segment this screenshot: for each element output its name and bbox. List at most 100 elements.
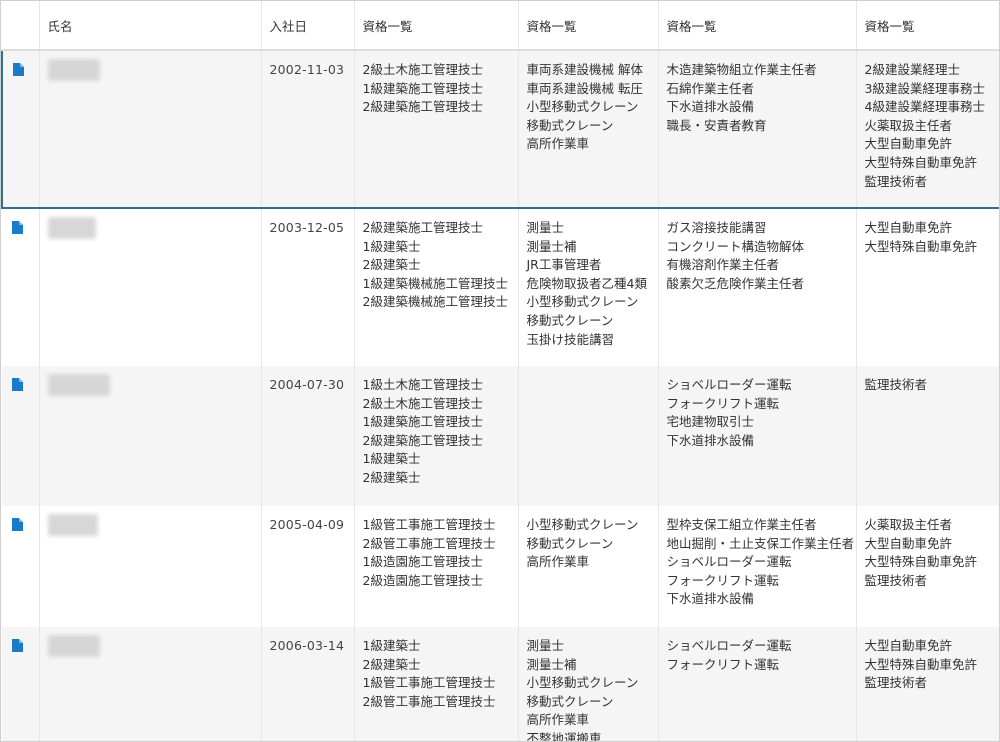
header-qualifications-2[interactable]: 資格一覧 — [518, 1, 659, 51]
qualification-item: 2級建築施工管理技士 — [362, 432, 483, 448]
qualification-item: 小型移動式クレーン — [526, 294, 639, 310]
row-icon-cell[interactable] — [2, 627, 40, 741]
qualification-item: 1級管工事施工管理技士 — [362, 675, 496, 691]
qualification-item: 監理技術者 — [864, 173, 928, 189]
row-icon-cell[interactable] — [1, 49, 40, 209]
qualification-item: 石綿作業主任者 — [666, 80, 755, 96]
qualification-table-view: 氏名 入社日 資格一覧 資格一覧 資格一覧 資格一覧 2002-11-03 2級… — [0, 0, 1000, 742]
name-cell — [39, 49, 262, 209]
qualifications-cell-1: 1級土木施工管理技士 2級土木施工管理技士 1級建築施工管理技士 2級建築施工管理技士… — [354, 366, 519, 506]
qualification-item: 玉掛け技能講習 — [526, 331, 615, 347]
qualification-item: ショベルローダー運転 — [666, 377, 792, 392]
qualification-item: 高所作業車 — [526, 136, 590, 152]
qualification-item: 1級建築士 — [362, 451, 421, 467]
table-body: 2002-11-03 2級土木施工管理技士 1級建築施工管理技士 2級建築施工管理技… — [1, 49, 999, 741]
hire-date-cell: 2005-04-09 — [261, 506, 355, 627]
qualification-item: 1級建築士 — [362, 238, 421, 254]
qualification-item: 測量士補 — [526, 656, 577, 672]
qualification-item: コンクリート構造物解体 — [666, 238, 805, 254]
qualification-item: 測量士補 — [526, 238, 577, 254]
qualification-item: ショベルローダー運転 — [666, 638, 792, 653]
document-icon[interactable] — [12, 221, 23, 234]
qualification-item: 1級建築施工管理技士 — [362, 80, 483, 96]
qualification-item: 監理技術者 — [864, 675, 928, 691]
qualification-item: 1級土木施工管理技士 — [362, 377, 483, 392]
redacted-name — [47, 635, 100, 657]
qualifications-cell-2: 小型移動式クレーン 移動式クレーン 高所作業車 — [518, 506, 659, 627]
qualification-item: 型枠支保工組立作業主任者 — [666, 517, 817, 532]
qualification-item: 1級建築士 — [362, 638, 421, 653]
qualification-item: 車両系建設機械 転圧 — [526, 80, 643, 96]
hire-date-cell: 2006-03-14 — [261, 627, 355, 741]
table-row[interactable]: 2005-04-09 1級管工事施工管理技士 2級管工事施工管理技士 1級造園施工管… — [2, 506, 999, 627]
qualification-item: 1級建築施工管理技士 — [362, 414, 483, 430]
qualification-item: 1級建築機械施工管理技士 — [362, 275, 508, 291]
redacted-name — [47, 59, 100, 81]
qualification-item: ショベルローダー運転 — [666, 554, 792, 570]
qualification-item: 大型特殊自動車免許 — [864, 656, 978, 672]
employee-qualifications-table: 氏名 入社日 資格一覧 資格一覧 資格一覧 資格一覧 2002-11-03 2級… — [1, 1, 999, 741]
qualification-item: 宅地建物取引士 — [666, 414, 755, 430]
qualification-item: 火薬取扱主任者 — [864, 517, 953, 532]
qualification-item: 小型移動式クレーン — [526, 99, 639, 115]
qualification-item: 酸素欠乏危険作業主任者 — [666, 275, 805, 291]
qualification-item: 下水道排水設備 — [666, 99, 755, 115]
table-row[interactable]: 2003-12-05 2級建築施工管理技士 1級建築士 2級建築士 1級建築機械施工管… — [2, 208, 999, 366]
header-qualifications-3[interactable]: 資格一覧 — [658, 1, 857, 51]
qualifications-cell-2 — [518, 366, 659, 506]
qualifications-cell-1: 2級土木施工管理技士 1級建築施工管理技士 2級建築施工管理技士 — [354, 49, 519, 209]
qualification-item: 下水道排水設備 — [666, 591, 755, 607]
qualification-item: 小型移動式クレーン — [526, 675, 639, 691]
qualification-item: 4級建設業経理事務士 — [864, 99, 985, 115]
qualifications-cell-2: 測量士 測量士補 JR工事管理者 危険物取扱者乙種4類 小型移動式クレーン 移動式クレーン… — [518, 208, 659, 366]
header-name[interactable]: 氏名 — [39, 1, 262, 51]
qualification-item: 大型特殊自動車免許 — [864, 154, 978, 170]
qualification-item: 危険物取扱者乙種4類 — [526, 275, 647, 291]
qualification-item: 2級土木施工管理技士 — [362, 395, 483, 411]
qualification-item: 2級管工事施工管理技士 — [362, 693, 496, 709]
qualification-item: 高所作業車 — [526, 712, 590, 728]
row-icon-cell[interactable] — [2, 366, 40, 506]
qualifications-cell-4: 大型自動車免許大型特殊自動車免許 監理技術者 — [856, 627, 999, 741]
hire-date-cell: 2003-12-05 — [261, 208, 355, 366]
header-row: 氏名 入社日 資格一覧 資格一覧 資格一覧 資格一覧 — [2, 1, 999, 51]
qualifications-cell-1: 1級管工事施工管理技士 2級管工事施工管理技士 1級造園施工管理技士 2級造園施工管理… — [354, 506, 519, 627]
header-hire-date[interactable]: 入社日 — [261, 1, 355, 51]
document-icon[interactable] — [12, 378, 23, 391]
name-cell — [39, 506, 262, 627]
header-qualifications-4[interactable]: 資格一覧 — [856, 1, 999, 51]
qualifications-cell-3: ガス溶接技能講習 コンクリート構造物解体 有機溶剤作業主任者 酸素欠乏危険作業主任者 — [658, 208, 857, 366]
qualification-item: 1級管工事施工管理技士 — [362, 517, 496, 532]
document-icon[interactable] — [12, 639, 23, 652]
table-row[interactable]: 2006-03-14 1級建築士 2級建築士 1級管工事施工管理技士 2級管工事施工管… — [2, 627, 999, 741]
hire-date-cell: 2002-11-03 — [261, 49, 355, 209]
qualifications-cell-3: ショベルローダー運転 フォークリフト運転 宅地建物取引士 下水道排水設備 — [658, 366, 857, 506]
qualification-item: 小型移動式クレーン — [526, 517, 639, 532]
qualifications-cell-4: 2級建設業経理士 3級建設業経理事務士 4級建設業経理事務士 火薬取扱主任者 大型自動車… — [856, 49, 999, 209]
qualifications-cell-4: 大型自動車免許 大型特殊自動車免許 — [856, 208, 999, 366]
document-icon[interactable] — [13, 63, 24, 76]
qualification-item: 大型自動車免許 — [864, 638, 953, 653]
row-icon-cell[interactable] — [2, 208, 40, 366]
table-row[interactable]: 2002-11-03 2級土木施工管理技士 1級建築施工管理技士 2級建築施工管理技… — [1, 49, 999, 209]
qualification-item: 2級土木施工管理技士 — [362, 62, 483, 77]
redacted-name — [47, 514, 98, 536]
qualification-item: フォークリフト運転 — [666, 395, 780, 411]
row-icon-cell[interactable] — [2, 506, 40, 627]
document-icon[interactable] — [12, 518, 23, 531]
name-cell — [39, 208, 262, 366]
qualifications-cell-1: 2級建築施工管理技士 1級建築士 2級建築士 1級建築機械施工管理技士 2級建築機械施工… — [354, 208, 519, 366]
table-row[interactable]: 2004-07-30 1級土木施工管理技士 2級土木施工管理技士 1級建築施工管理技… — [2, 366, 999, 506]
redacted-name — [47, 374, 110, 396]
qualification-item: 職長・安責者教育 — [666, 117, 767, 133]
qualification-item: 2級建築士 — [362, 656, 421, 672]
qualification-item: 大型自動車免許 — [864, 220, 953, 235]
qualifications-cell-2: 測量士 測量士補 小型移動式クレーン 移動式クレーン 高所作業車 不整地運搬車 — [518, 627, 659, 741]
header-qualifications-1[interactable]: 資格一覧 — [354, 1, 519, 51]
qualification-item: 移動式クレーン — [526, 693, 614, 709]
qualification-item: 2級建築施工管理技士 — [362, 99, 483, 115]
qualification-item: 測量士 — [526, 638, 565, 653]
header-icon-column — [2, 1, 40, 51]
qualification-item: 2級管工事施工管理技士 — [362, 535, 496, 551]
qualification-item: 地山掘削・土止支保工作業主任者 — [666, 535, 855, 551]
